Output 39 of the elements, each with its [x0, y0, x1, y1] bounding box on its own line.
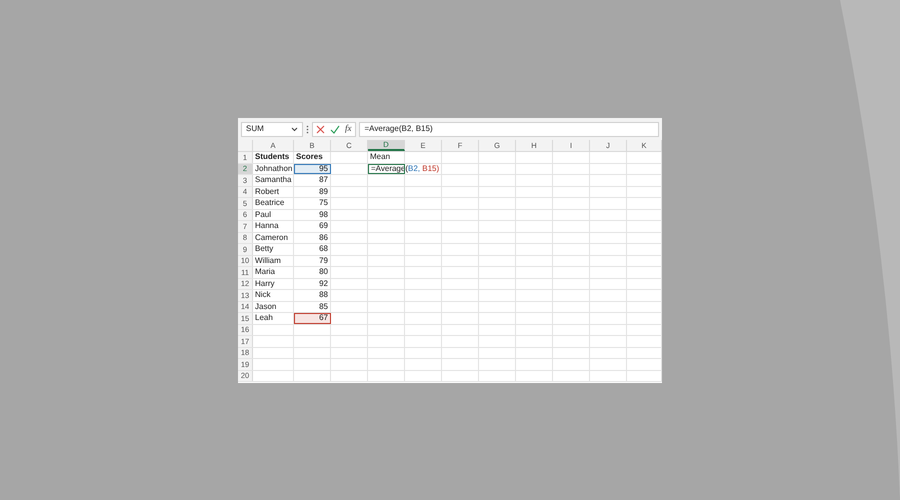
cell-text: Samantha [253, 175, 294, 186]
cell-text: Maria [253, 267, 294, 278]
more-options-icon[interactable] [306, 124, 309, 134]
cell-text: Cameron [253, 232, 294, 243]
cell-text: 68 [294, 244, 331, 254]
cell-text: 85 [294, 302, 331, 312]
cell-text: Beatrice [253, 198, 294, 208]
chevron-down-icon [291, 126, 298, 132]
cell-text: Jason [253, 302, 294, 312]
cell-text: Betty [253, 244, 294, 254]
cell-text: Johnathon [253, 164, 294, 174]
name-box[interactable]: SUM [241, 122, 303, 136]
cell-text: 80 [294, 267, 331, 278]
cell-text: 98 [294, 210, 331, 220]
cell-text: 86 [294, 232, 331, 243]
cell-text: 89 [294, 186, 331, 197]
function-button[interactable]: fx [345, 122, 352, 136]
cell-text: Nick [253, 290, 294, 300]
cell-text: Paul [253, 210, 294, 220]
cell-text: Mean [368, 152, 405, 162]
formula-input[interactable]: =Average(B2, B15) [358, 122, 659, 136]
cell-text: Leah [253, 313, 294, 324]
cell-text: Harry [253, 278, 294, 289]
cell-text: 79 [294, 256, 331, 266]
check-icon[interactable] [330, 124, 340, 134]
name-box-text: SUM [246, 123, 264, 135]
cell-text: Students [253, 152, 294, 162]
cell-text: William [253, 256, 294, 266]
cell-text: Hanna [253, 221, 294, 232]
cell-text: 67 [294, 313, 331, 324]
cell-text: Scores [294, 152, 331, 162]
cell-text: 88 [294, 290, 331, 300]
cell-text: Robert [253, 186, 294, 197]
cell-text: 95 [294, 164, 331, 174]
close-icon[interactable] [316, 124, 325, 134]
cell-text: 87 [294, 175, 331, 186]
cell-text: 75 [294, 198, 331, 208]
cell-text: 69 [294, 221, 331, 232]
cell-text: 92 [294, 278, 331, 289]
